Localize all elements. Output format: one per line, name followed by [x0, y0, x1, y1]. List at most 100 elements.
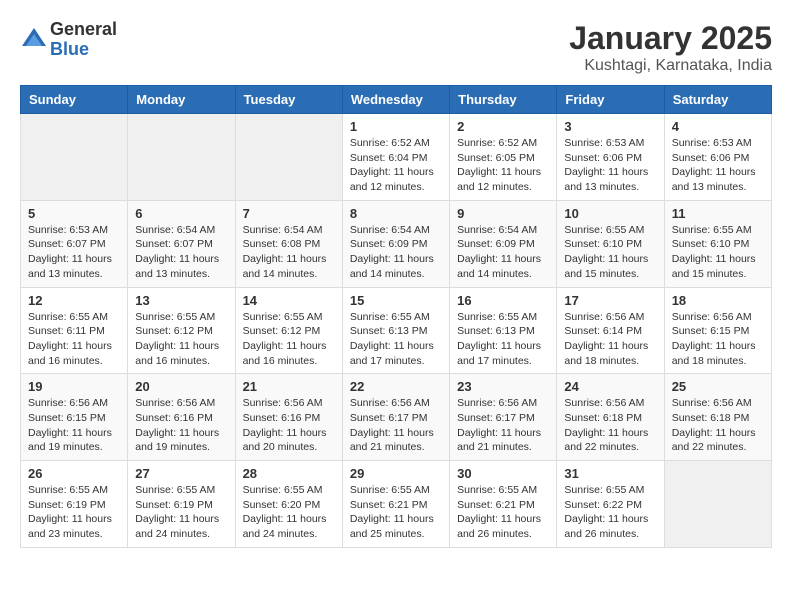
calendar-cell: 12 Sunrise: 6:55 AM Sunset: 6:11 PM Dayli…	[21, 287, 128, 374]
day-info: Sunrise: 6:54 AM Sunset: 6:07 PM Dayligh…	[135, 223, 227, 282]
calendar-week-row: 5 Sunrise: 6:53 AM Sunset: 6:07 PM Daylig…	[21, 200, 772, 287]
day-info: Sunrise: 6:54 AM Sunset: 6:09 PM Dayligh…	[457, 223, 549, 282]
calendar-cell: 21 Sunrise: 6:56 AM Sunset: 6:16 PM Dayli…	[235, 374, 342, 461]
logo-general: General	[50, 20, 117, 40]
header-thursday: Thursday	[450, 86, 557, 114]
day-info: Sunrise: 6:55 AM Sunset: 6:21 PM Dayligh…	[350, 483, 442, 542]
day-info: Sunrise: 6:52 AM Sunset: 6:05 PM Dayligh…	[457, 136, 549, 195]
day-number: 29	[350, 466, 442, 481]
calendar-cell: 7Sunrise: 6:54 AM Sunset: 6:08 PM Daylig…	[235, 200, 342, 287]
day-number: 27	[135, 466, 227, 481]
calendar-cell: 16 Sunrise: 6:55 AM Sunset: 6:13 PM Dayli…	[450, 287, 557, 374]
calendar-cell: 13Sunrise: 6:55 AM Sunset: 6:12 PM Dayli…	[128, 287, 235, 374]
day-number: 18	[672, 293, 764, 308]
day-number: 4	[672, 119, 764, 134]
day-number: 24	[564, 379, 656, 394]
calendar-cell: 26 Sunrise: 6:55 AM Sunset: 6:19 PM Dayli…	[21, 461, 128, 548]
calendar-cell: 8Sunrise: 6:54 AM Sunset: 6:09 PM Daylig…	[342, 200, 449, 287]
day-number: 31	[564, 466, 656, 481]
calendar-cell	[21, 114, 128, 201]
day-number: 5	[28, 206, 120, 221]
header-tuesday: Tuesday	[235, 86, 342, 114]
month-title: January 2025	[569, 20, 772, 57]
day-number: 12	[28, 293, 120, 308]
day-number: 10	[564, 206, 656, 221]
calendar-week-row: 1 Sunrise: 6:52 AM Sunset: 6:04 PM Daylig…	[21, 114, 772, 201]
calendar-cell: 27 Sunrise: 6:55 AM Sunset: 6:19 PM Dayli…	[128, 461, 235, 548]
day-number: 2	[457, 119, 549, 134]
day-info: Sunrise: 6:55 AM Sunset: 6:13 PM Dayligh…	[457, 310, 549, 369]
calendar-cell: 15 Sunrise: 6:55 AM Sunset: 6:13 PM Dayli…	[342, 287, 449, 374]
day-info: Sunrise: 6:56 AM Sunset: 6:18 PM Dayligh…	[564, 396, 656, 455]
day-info: Sunrise: 6:53 AM Sunset: 6:06 PM Dayligh…	[564, 136, 656, 195]
logo-text: General Blue	[50, 20, 117, 60]
calendar-cell: 3 Sunrise: 6:53 AM Sunset: 6:06 PM Daylig…	[557, 114, 664, 201]
day-info: Sunrise: 6:56 AM Sunset: 6:14 PM Dayligh…	[564, 310, 656, 369]
day-info: Sunrise: 6:55 AM Sunset: 6:21 PM Dayligh…	[457, 483, 549, 542]
calendar-cell: 31 Sunrise: 6:55 AM Sunset: 6:22 PM Dayli…	[557, 461, 664, 548]
calendar-cell: 5 Sunrise: 6:53 AM Sunset: 6:07 PM Daylig…	[21, 200, 128, 287]
calendar-cell: 2 Sunrise: 6:52 AM Sunset: 6:05 PM Daylig…	[450, 114, 557, 201]
day-info: Sunrise: 6:55 AM Sunset: 6:11 PM Dayligh…	[28, 310, 120, 369]
day-number: 19	[28, 379, 120, 394]
header-saturday: Saturday	[664, 86, 771, 114]
calendar-cell: 25Sunrise: 6:56 AM Sunset: 6:18 PM Dayli…	[664, 374, 771, 461]
day-info: Sunrise: 6:55 AM Sunset: 6:19 PM Dayligh…	[28, 483, 120, 542]
day-info: Sunrise: 6:55 AM Sunset: 6:19 PM Dayligh…	[135, 483, 227, 542]
day-info: Sunrise: 6:54 AM Sunset: 6:09 PM Dayligh…	[350, 223, 442, 282]
day-number: 15	[350, 293, 442, 308]
calendar-cell: 29 Sunrise: 6:55 AM Sunset: 6:21 PM Dayli…	[342, 461, 449, 548]
calendar-cell: 17 Sunrise: 6:56 AM Sunset: 6:14 PM Dayli…	[557, 287, 664, 374]
logo: General Blue	[20, 20, 117, 60]
calendar-cell: 11 Sunrise: 6:55 AM Sunset: 6:10 PM Dayli…	[664, 200, 771, 287]
day-info: Sunrise: 6:53 AM Sunset: 6:06 PM Dayligh…	[672, 136, 764, 195]
day-info: Sunrise: 6:55 AM Sunset: 6:10 PM Dayligh…	[564, 223, 656, 282]
day-number: 1	[350, 119, 442, 134]
calendar-cell: 22Sunrise: 6:56 AM Sunset: 6:17 PM Dayli…	[342, 374, 449, 461]
day-number: 14	[243, 293, 335, 308]
day-number: 25	[672, 379, 764, 394]
calendar-cell: 19 Sunrise: 6:56 AM Sunset: 6:15 PM Dayli…	[21, 374, 128, 461]
day-number: 7	[243, 206, 335, 221]
day-info: Sunrise: 6:53 AM Sunset: 6:07 PM Dayligh…	[28, 223, 120, 282]
calendar-cell: 6Sunrise: 6:54 AM Sunset: 6:07 PM Daylig…	[128, 200, 235, 287]
calendar-table: SundayMondayTuesdayWednesdayThursdayFrid…	[20, 85, 772, 548]
calendar-week-row: 19 Sunrise: 6:56 AM Sunset: 6:15 PM Dayli…	[21, 374, 772, 461]
day-number: 30	[457, 466, 549, 481]
logo-blue: Blue	[50, 40, 117, 60]
calendar-cell: 20 Sunrise: 6:56 AM Sunset: 6:16 PM Dayli…	[128, 374, 235, 461]
calendar-week-row: 12 Sunrise: 6:55 AM Sunset: 6:11 PM Dayli…	[21, 287, 772, 374]
day-number: 28	[243, 466, 335, 481]
page-header: General Blue January 2025 Kushtagi, Karn…	[20, 20, 772, 75]
day-number: 3	[564, 119, 656, 134]
day-info: Sunrise: 6:56 AM Sunset: 6:15 PM Dayligh…	[28, 396, 120, 455]
day-number: 17	[564, 293, 656, 308]
calendar-cell: 4 Sunrise: 6:53 AM Sunset: 6:06 PM Daylig…	[664, 114, 771, 201]
day-number: 21	[243, 379, 335, 394]
day-number: 11	[672, 206, 764, 221]
day-info: Sunrise: 6:55 AM Sunset: 6:20 PM Dayligh…	[243, 483, 335, 542]
logo-icon	[20, 26, 48, 54]
day-info: Sunrise: 6:56 AM Sunset: 6:16 PM Dayligh…	[243, 396, 335, 455]
title-section: January 2025 Kushtagi, Karnataka, India	[569, 20, 772, 75]
day-info: Sunrise: 6:56 AM Sunset: 6:16 PM Dayligh…	[135, 396, 227, 455]
day-info: Sunrise: 6:55 AM Sunset: 6:12 PM Dayligh…	[135, 310, 227, 369]
day-number: 26	[28, 466, 120, 481]
calendar-cell: 1 Sunrise: 6:52 AM Sunset: 6:04 PM Daylig…	[342, 114, 449, 201]
calendar-cell: 18Sunrise: 6:56 AM Sunset: 6:15 PM Dayli…	[664, 287, 771, 374]
day-info: Sunrise: 6:55 AM Sunset: 6:22 PM Dayligh…	[564, 483, 656, 542]
calendar-cell: 28 Sunrise: 6:55 AM Sunset: 6:20 PM Dayli…	[235, 461, 342, 548]
header-monday: Monday	[128, 86, 235, 114]
day-number: 16	[457, 293, 549, 308]
day-info: Sunrise: 6:52 AM Sunset: 6:04 PM Dayligh…	[350, 136, 442, 195]
calendar-cell: 23Sunrise: 6:56 AM Sunset: 6:17 PM Dayli…	[450, 374, 557, 461]
calendar-week-row: 26 Sunrise: 6:55 AM Sunset: 6:19 PM Dayli…	[21, 461, 772, 548]
day-number: 20	[135, 379, 227, 394]
calendar-cell	[664, 461, 771, 548]
calendar-cell: 14Sunrise: 6:55 AM Sunset: 6:12 PM Dayli…	[235, 287, 342, 374]
day-info: Sunrise: 6:55 AM Sunset: 6:10 PM Dayligh…	[672, 223, 764, 282]
calendar-header-row: SundayMondayTuesdayWednesdayThursdayFrid…	[21, 86, 772, 114]
calendar-cell: 10 Sunrise: 6:55 AM Sunset: 6:10 PM Dayli…	[557, 200, 664, 287]
day-info: Sunrise: 6:55 AM Sunset: 6:13 PM Dayligh…	[350, 310, 442, 369]
calendar-cell: 24 Sunrise: 6:56 AM Sunset: 6:18 PM Dayli…	[557, 374, 664, 461]
